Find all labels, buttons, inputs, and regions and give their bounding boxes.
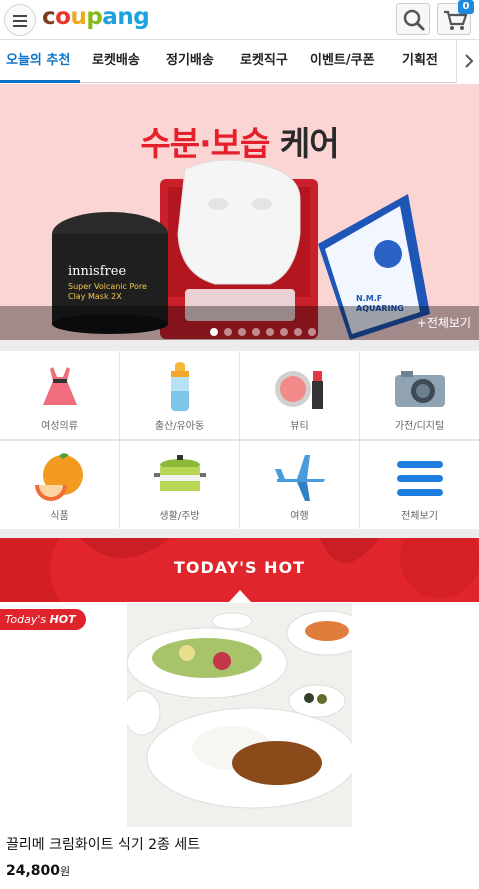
category-baby-kids[interactable]: 출산/유아동 [120, 351, 239, 439]
camera-icon [395, 371, 445, 407]
todays-hot-badge: Today's HOT [0, 609, 86, 630]
banner-product-text-1: innisfree [68, 264, 127, 279]
search-button[interactable] [396, 3, 430, 35]
cart-button[interactable]: 0 [437, 0, 474, 35]
tab-rocket-delivery[interactable]: 로켓배송 [92, 40, 140, 83]
search-icon [403, 9, 425, 31]
banner-view-all-link[interactable]: +전체보기 [417, 314, 471, 331]
category-grid: 여성의류 출산/유아동 뷰티 가전/디지털 식품 생활/주방 여행 전체보기 [0, 351, 479, 529]
product-price: 24,800원 [6, 863, 71, 879]
cart-count-badge: 0 [458, 0, 474, 14]
menu-button[interactable] [4, 4, 36, 36]
product-image[interactable] [127, 603, 352, 827]
tab-rocket-global[interactable]: 로켓직구 [240, 40, 288, 83]
promo-banner[interactable]: 수분·보습 케어 innisfree Super Volcanic Pore C… [0, 84, 479, 340]
tab-today-recommend[interactable]: 오늘의 추천 [0, 40, 80, 83]
pot-icon [154, 455, 206, 491]
banner-product-text-2: Super Volcanic Pore Clay Mask 2X [68, 282, 147, 301]
tab-events-coupons[interactable]: 이벤트/쿠폰 [310, 40, 375, 83]
product-name[interactable]: 끌리메 크림화이트 식기 2종 세트 [6, 834, 200, 854]
slide-indicator[interactable] [210, 321, 322, 340]
airplane-icon [275, 455, 325, 501]
orange-icon [35, 453, 83, 501]
todays-hot-title: TODAY'S HOT [173, 558, 306, 577]
coupang-logo[interactable]: coupang [42, 4, 150, 30]
cosmetics-icon [275, 371, 323, 409]
dress-icon [43, 367, 77, 405]
tab-subscription[interactable]: 정기배송 [166, 40, 214, 83]
category-electronics[interactable]: 가전/디지털 [360, 351, 479, 439]
category-tabs: 오늘의 추천 로켓배송 정기배송 로켓직구 이벤트/쿠폰 기획전 [0, 40, 479, 83]
tab-special-exhibition[interactable]: 기획전 [402, 40, 438, 83]
category-beauty[interactable]: 뷰티 [240, 351, 359, 439]
chevron-right-icon [465, 54, 474, 68]
category-womens-clothing[interactable]: 여성의류 [0, 351, 119, 439]
tabs-scroll-button[interactable] [456, 40, 479, 83]
product-photo-tableware [127, 603, 352, 827]
section-divider [0, 340, 479, 351]
category-food[interactable]: 식품 [0, 441, 119, 529]
todays-hot-notch [229, 590, 251, 602]
category-living-kitchen[interactable]: 생활/주방 [120, 441, 239, 529]
baby-bottle-icon [171, 362, 189, 411]
category-view-all[interactable]: 전체보기 [360, 441, 479, 529]
hamburger-icon [397, 461, 443, 496]
menu-icon [13, 15, 27, 17]
header: coupang 0 [0, 0, 479, 40]
category-travel[interactable]: 여행 [240, 441, 359, 529]
todays-hot-header: TODAY'S HOT [0, 538, 479, 602]
section-divider [0, 529, 479, 538]
